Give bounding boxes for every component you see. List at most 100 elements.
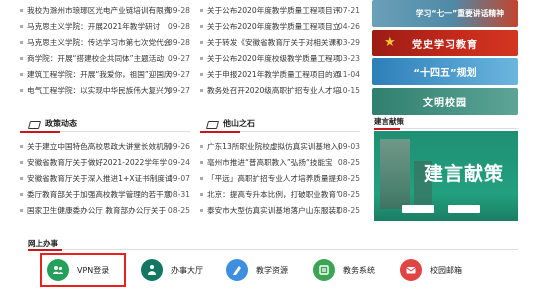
- news-item-title[interactable]: 安徽省教育厅关于做好2021-2022学年学: [27, 157, 167, 168]
- news-item-date: 09-28: [167, 37, 190, 47]
- policy-section-header[interactable]: 政策动态: [28, 118, 77, 129]
- news-item-title[interactable]: 教务处召开2020级高职扩招专业人才培养: [207, 85, 340, 96]
- suggestion-button-left[interactable]: [402, 205, 434, 213]
- news-item[interactable]: 安徽省教育厅关于做好2021-2022学年学 09-24: [20, 154, 190, 170]
- banner-five-year-plan[interactable]: “十四五”规划: [372, 58, 518, 85]
- news-item-title[interactable]: 电气工程学院：以实现中华民族伟大复兴为: [27, 85, 171, 96]
- news-item-date: 08-25: [337, 189, 360, 199]
- news-item[interactable]: 关于公布2020年度校级教学质量工程项目 03-23: [200, 50, 360, 66]
- bullet-icon: [200, 40, 203, 44]
- news-item-title[interactable]: 马克思主义学院：开展2021年教学研讨: [27, 21, 160, 32]
- news-item[interactable]: 「平远」高职扩招专业人才培养质量提升 08-25: [200, 170, 360, 186]
- campus-mail-button[interactable]: 校园邮箱: [400, 257, 462, 283]
- news-item-date: 08-25: [167, 205, 190, 215]
- news-item[interactable]: 安徽省教育厅关于深入推进1+X证书制度试 09-07: [20, 170, 190, 186]
- news-item-title[interactable]: 安徽省教育厅关于深入推进1+X证书制度试: [27, 173, 172, 184]
- campus-mail-label: 校园邮箱: [430, 265, 462, 275]
- service-hall-icon: [141, 259, 163, 281]
- news-item[interactable]: 北京：提高专升本比例，打破职业教育“天 08-25: [200, 186, 360, 202]
- news-item-date: 09-27: [167, 53, 190, 63]
- vpn-login-label: VPN登录: [77, 265, 110, 275]
- bullet-icon: [200, 56, 203, 60]
- news-item[interactable]: 马克思主义学院：开展2021年教学研讨 09-28: [20, 18, 190, 34]
- news-item-title[interactable]: 我校为滁州市琅琊区光电产业链培训有限责任公司: [27, 5, 172, 16]
- bullet-icon: [200, 144, 203, 148]
- bullet-icon: [20, 24, 23, 28]
- bullet-icon: [200, 72, 203, 76]
- news-item-title[interactable]: 北京：提高专升本比例，打破职业教育“天: [207, 189, 340, 200]
- bullet-icon: [200, 160, 203, 164]
- news-item-title[interactable]: 亳州市推进“普高职教入”弘扬“技能宝: [207, 157, 333, 168]
- news-item[interactable]: 委厅教育部关于加强高校教学管理的若干意见 08-31: [20, 186, 190, 202]
- news-item[interactable]: 泰安市大型仿真实训基地落户山东服装职业 08-25: [200, 202, 360, 218]
- news-item-title[interactable]: 关于公布2020年度教学质量工程项目立项: [207, 21, 340, 32]
- other-section-divider: [200, 131, 360, 133]
- banner-party-history[interactable]: ★ 党史学习教育: [372, 30, 518, 56]
- banner-civilized-campus[interactable]: 文明校园: [372, 88, 518, 115]
- news-item[interactable]: 关于申报2021年教学质量工程项目的通知 11-04: [200, 66, 360, 82]
- news-item[interactable]: 广东13所职业院校虚拟仿真实训基地入选 09-03: [200, 138, 360, 154]
- suggestion-banner[interactable]: 建言献策: [374, 131, 518, 221]
- news-item-date: 08-25: [337, 205, 360, 215]
- online-services-divider: [28, 249, 518, 251]
- teaching-resources-icon: [226, 259, 248, 281]
- news-item-date: 03-23: [337, 53, 360, 63]
- news-item[interactable]: 电气工程学院：以实现中华民族伟大复兴为 09-27: [20, 82, 190, 98]
- news-item-title[interactable]: 泰安市大型仿真实训基地落户山东服装职业: [207, 205, 340, 216]
- news-item-date: 09-24: [167, 157, 190, 167]
- bullet-icon: [20, 192, 23, 196]
- news-item-date: 09-07: [167, 173, 190, 183]
- news-item[interactable]: 马克思主义学院：传达学习市第七次党代会 09-28: [20, 34, 190, 50]
- academic-affairs-button[interactable]: 教务系统: [313, 257, 375, 283]
- news-icon: [28, 119, 40, 129]
- bullet-icon: [200, 88, 203, 92]
- news-item[interactable]: 关于建立中国特色高校思政大讲堂长效机制的通知09-26: [20, 138, 190, 154]
- news-item-title[interactable]: 国家卫生健康委办公厅 教育部办公厅关于: [27, 205, 166, 216]
- suggestion-banner-text: 建言献策: [424, 163, 505, 185]
- bullet-icon: [20, 72, 23, 76]
- suggestion-divider: [374, 128, 518, 130]
- news-item-title[interactable]: 关于公布2020年度校级教学质量工程项目: [207, 53, 340, 64]
- news-item-date: 08-31: [167, 189, 190, 199]
- teaching-resources-button[interactable]: 教学资源: [226, 257, 288, 283]
- other-section-header[interactable]: 他山之石: [206, 118, 255, 129]
- news-item[interactable]: 关于转发《安徽省教育厅关于对相关课程建设03-29: [200, 34, 360, 50]
- suggestion-button-right[interactable]: [448, 205, 480, 213]
- news-item-title[interactable]: 商学院：开展“搭建校企共同体”主题活动: [27, 53, 164, 64]
- news-item[interactable]: 亳州市推进“普高职教入”弘扬“技能宝 08-25: [200, 154, 360, 170]
- vpn-icon: [47, 259, 69, 281]
- news-item-title[interactable]: 建筑工程学院：开展“我爱你，祖国”迎国庆: [27, 69, 172, 80]
- bullet-icon: [20, 88, 23, 92]
- policy-section-divider: [20, 131, 190, 133]
- banner-study-speech[interactable]: 学习“七一”重要讲话精神: [372, 0, 518, 27]
- news-item-title[interactable]: 关于转发《安徽省教育厅关于对相关课程建设: [207, 37, 340, 48]
- news-item-date: 07-21: [337, 5, 360, 15]
- news-item-date: 09-27: [167, 85, 190, 95]
- news-item-title[interactable]: 「平远」高职扩招专业人才培养质量提升: [207, 173, 340, 184]
- news-list-bottom-right: 广东13所职业院校虚拟仿真实训基地入选 09-03 亳州市推进“普高职教入”弘扬“技…: [200, 138, 360, 218]
- academic-affairs-icon: [313, 259, 335, 281]
- news-item[interactable]: 建筑工程学院：开展“我爱你，祖国”迎国庆 09-27: [20, 66, 190, 82]
- bullet-icon: [20, 160, 23, 164]
- star-icon: ★: [384, 35, 397, 50]
- banner-study-speech-text: 学习“七一”重要讲话精神: [415, 9, 504, 18]
- news-item-title[interactable]: 关于公布2020年度教学质量工程项目评审结果: [207, 5, 340, 16]
- news-item-title[interactable]: 广东13所职业院校虚拟仿真实训基地入选: [207, 141, 340, 152]
- news-item[interactable]: 商学院：开展“搭建校企共同体”主题活动 09-27: [20, 50, 190, 66]
- suggestion-buttons: [402, 205, 480, 213]
- news-item-title[interactable]: 马克思主义学院：传达学习市第七次党代会: [27, 37, 171, 48]
- vpn-login-button[interactable]: VPN登录: [47, 257, 109, 283]
- news-item[interactable]: 我校为滁州市琅琊区光电产业链培训有限责任公司09-28: [20, 2, 190, 18]
- other-section-title: 他山之石: [223, 119, 255, 128]
- news-item-title[interactable]: 关于申报2021年教学质量工程项目的通知: [207, 69, 340, 80]
- academic-affairs-label: 教务系统: [343, 265, 375, 275]
- news-item-title[interactable]: 关于建立中国特色高校思政大讲堂长效机制的通知: [27, 141, 172, 152]
- news-item[interactable]: 国家卫生健康委办公厅 教育部办公厅关于 08-25: [20, 202, 190, 218]
- news-item[interactable]: 关于公布2020年度教学质量工程项目评审结果07-21: [200, 2, 360, 18]
- news-item[interactable]: 教务处召开2020级高职扩招专业人才培养 10-15: [200, 82, 360, 98]
- service-hall-button[interactable]: 办事大厅: [141, 257, 203, 283]
- banner-party-history-text: 党史学习教育: [412, 39, 478, 51]
- news-item[interactable]: 关于公布2020年度教学质量工程项目立项 04-26: [200, 18, 360, 34]
- news-item-date: 04-26: [337, 21, 360, 31]
- news-item-title[interactable]: 委厅教育部关于加强高校教学管理的若干意见: [27, 189, 172, 200]
